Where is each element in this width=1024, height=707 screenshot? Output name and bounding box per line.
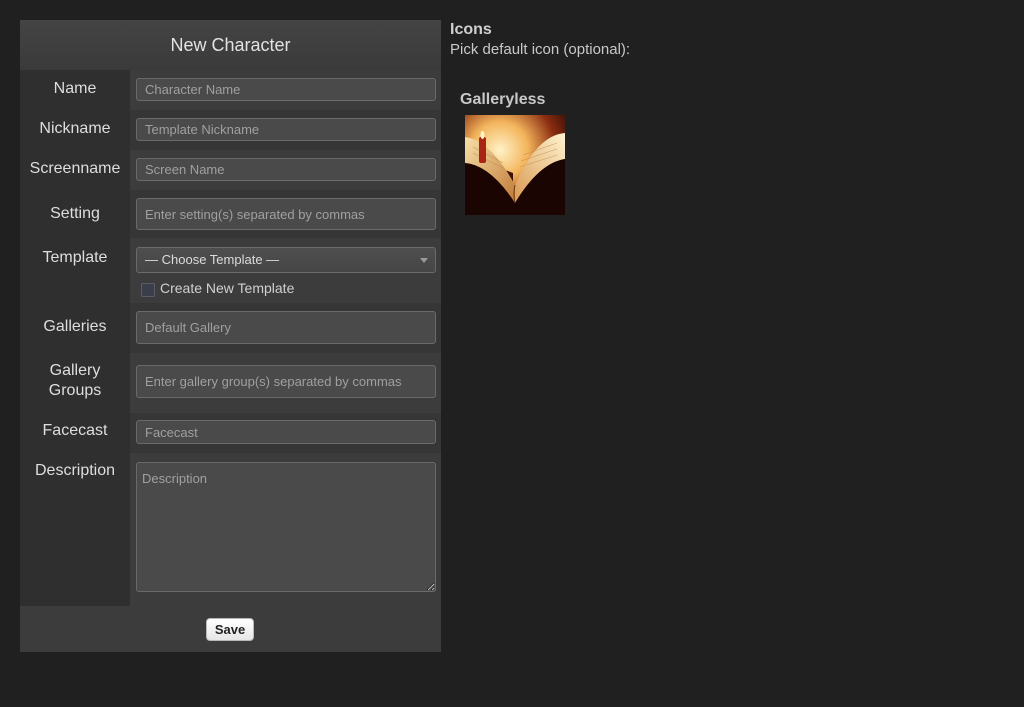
galleries-row: Galleries — [20, 303, 441, 353]
gallery-groups-label: Gallery Groups — [48, 362, 102, 399]
name-input[interactable] — [136, 78, 436, 101]
galleries-input[interactable] — [136, 311, 436, 344]
nickname-label: Nickname — [39, 120, 111, 137]
description-label: Description — [34, 462, 116, 479]
facecast-row: Facecast — [20, 413, 441, 453]
nickname-input[interactable] — [136, 118, 436, 141]
save-button[interactable]: Save — [206, 618, 254, 641]
icons-title: Icons — [450, 21, 492, 38]
create-new-template-label[interactable]: Create New Template — [160, 280, 294, 296]
template-label: Template — [42, 249, 108, 266]
icons-subtitle: Pick default icon (optional): — [450, 41, 631, 58]
galleries-label: Galleries — [43, 318, 107, 335]
template-select[interactable]: — Choose Template — — [136, 247, 436, 273]
description-textarea[interactable] — [136, 462, 436, 592]
setting-row: Setting — [20, 190, 441, 238]
name-row: Name — [20, 70, 441, 110]
gallery-name: Galleryless — [460, 91, 546, 108]
icon-thumbnail[interactable] — [465, 115, 565, 215]
name-label: Name — [53, 80, 97, 97]
open-book-candle-icon — [465, 115, 565, 215]
template-select-value: — Choose Template — — [145, 252, 280, 267]
screenname-row: Screenname — [20, 150, 441, 190]
screenname-input[interactable] — [136, 158, 436, 181]
template-row: Template — Choose Template — Create New … — [20, 238, 441, 303]
facecast-input[interactable] — [136, 420, 436, 444]
screenname-label: Screenname — [29, 160, 121, 177]
gallery-groups-input[interactable] — [136, 365, 436, 398]
form-footer: Save — [20, 606, 441, 652]
nickname-row: Nickname — [20, 110, 441, 150]
facecast-label: Facecast — [42, 422, 108, 439]
gallery-groups-row: Gallery Groups — [20, 353, 441, 413]
new-character-form: New Character Name Nickname Screenname S… — [20, 20, 441, 652]
description-row: Description — [20, 453, 441, 606]
setting-label: Setting — [50, 205, 100, 222]
create-new-template-checkbox[interactable] — [141, 283, 155, 297]
setting-input[interactable] — [136, 198, 436, 230]
chevron-down-icon — [420, 258, 428, 263]
form-title: New Character — [20, 20, 441, 70]
